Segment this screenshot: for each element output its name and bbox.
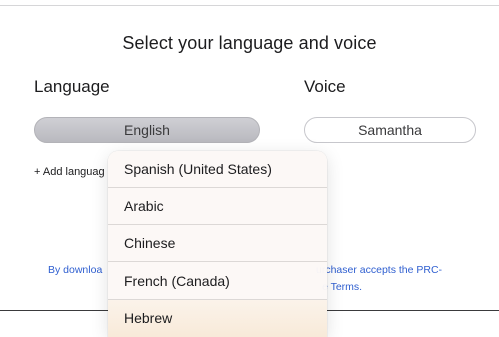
language-dropdown-menu: Spanish (United States) Arabic Chinese F… <box>108 151 327 337</box>
menu-item-arabic[interactable]: Arabic <box>108 188 327 225</box>
menu-item-hebrew[interactable]: Hebrew <box>108 300 327 337</box>
language-select-button[interactable]: English <box>34 117 260 143</box>
top-divider <box>0 5 499 6</box>
add-language-link[interactable]: + Add languag <box>34 166 105 178</box>
page-title: Select your language and voice <box>122 33 377 53</box>
legal-text-right-line2[interactable]: e Terms. <box>322 281 362 293</box>
legal-text-right-line1: urchaser accepts the PRC- <box>316 264 443 276</box>
language-label: Language <box>34 77 110 96</box>
language-voice-setup-screen: Select your language and voice Language … <box>0 0 499 337</box>
menu-item-french-canada[interactable]: French (Canada) <box>108 263 327 300</box>
menu-item-chinese[interactable]: Chinese <box>108 225 327 262</box>
voice-select-button[interactable]: Samantha <box>304 117 476 143</box>
voice-label: Voice <box>304 77 346 96</box>
legal-text-left: By downloa <box>48 264 103 276</box>
menu-item-spanish-us[interactable]: Spanish (United States) <box>108 151 327 188</box>
